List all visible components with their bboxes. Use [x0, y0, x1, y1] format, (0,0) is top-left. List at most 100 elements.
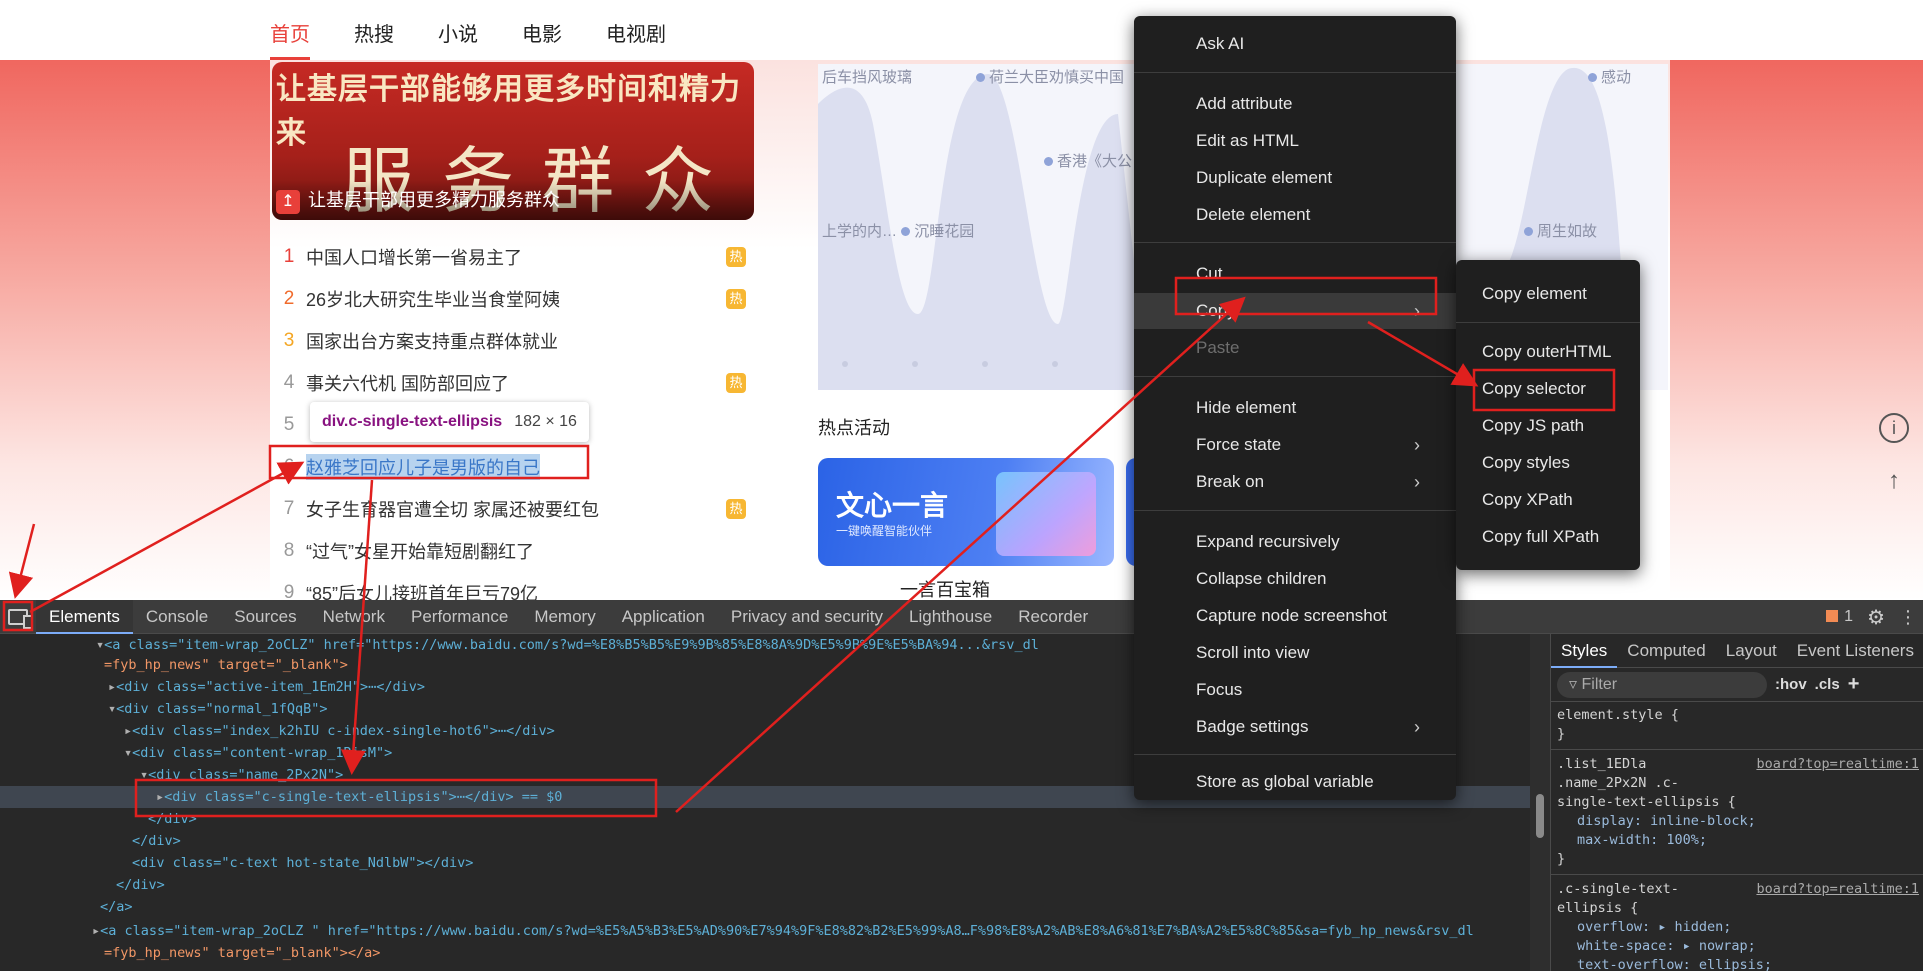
device-toolbar-icon[interactable]: [0, 600, 36, 634]
menu-item-copy[interactable]: Copy ›: [1134, 293, 1456, 329]
dom-node[interactable]: ▾<div class="content-wrap_1RisM">: [124, 742, 392, 764]
menu-item-force-state[interactable]: Force state ›: [1134, 427, 1456, 463]
menu-item-expand-recursively[interactable]: Expand recursively: [1134, 524, 1456, 560]
hot-title[interactable]: “85”后女儿接班首年巨亏79亿: [306, 580, 538, 600]
style-property[interactable]: text-overflow: ellipsis;: [1551, 956, 1923, 971]
menu-item-duplicate-element[interactable]: Duplicate element: [1134, 160, 1456, 196]
style-property[interactable]: white-space: ▸ nowrap;: [1551, 937, 1923, 956]
more-options-icon[interactable]: ⋮: [1899, 607, 1917, 628]
hot-title[interactable]: 国家出台方案支持重点群体就业: [306, 328, 558, 354]
nav-tab-home[interactable]: 首页: [270, 18, 310, 60]
add-rule-icon[interactable]: +: [1848, 673, 1860, 696]
menu-item-capture-node-screenshot[interactable]: Capture node screenshot: [1134, 598, 1456, 634]
submenu-copy-outerhtml[interactable]: Copy outerHTML: [1456, 334, 1640, 370]
style-source-link[interactable]: board?top=realtime:1: [1756, 755, 1919, 774]
dom-node[interactable]: ▾<div class="normal_1fQqB">: [108, 698, 327, 720]
style-property[interactable]: display: inline-block;: [1551, 812, 1923, 831]
list-item[interactable]: 8 “过气”女星开始靠短剧翻红了: [272, 530, 752, 572]
style-property[interactable]: overflow: ▸ hidden;: [1551, 918, 1923, 937]
list-item[interactable]: 3 国家出台方案支持重点群体就业: [272, 320, 752, 362]
menu-item-delete-element[interactable]: Delete element: [1134, 197, 1456, 233]
menu-item-add-attribute[interactable]: Add attribute: [1134, 86, 1456, 122]
tab-styles[interactable]: Styles: [1551, 634, 1618, 668]
menu-item-store-global-variable[interactable]: Store as global variable: [1134, 764, 1456, 800]
dom-node[interactable]: </div>: [132, 830, 181, 852]
menu-item-hide-element[interactable]: Hide element: [1134, 390, 1456, 426]
list-item[interactable]: 2 26岁北大研究生毕业当食堂阿姨 热: [272, 278, 752, 320]
dom-node[interactable]: </div>: [148, 808, 197, 830]
hov-toggle[interactable]: :hov: [1775, 676, 1807, 693]
dom-node[interactable]: ▸<div class="active-item_1Em2H">⋯</div>: [108, 676, 425, 698]
tab-memory[interactable]: Memory: [521, 600, 608, 634]
list-item[interactable]: 7 女子生育器官遭全切 家属还被要红包 热: [272, 488, 752, 530]
style-rule-line[interactable]: element.style {: [1551, 706, 1923, 725]
menu-item-ask-ai[interactable]: Ask AI: [1134, 26, 1456, 62]
menu-item-edit-as-html[interactable]: Edit as HTML: [1134, 123, 1456, 159]
menu-item-copy-label: Copy: [1196, 301, 1236, 320]
list-item[interactable]: 4 事关六代机 国防部回应了 热: [272, 362, 752, 404]
hot-title-highlighted[interactable]: 赵雅芝回应儿子是男版的自己: [306, 454, 540, 480]
back-to-top-icon[interactable]: ↑: [1879, 468, 1909, 498]
tab-recorder[interactable]: Recorder: [1005, 600, 1101, 634]
nav-tab-hot-search[interactable]: 热搜: [354, 18, 394, 60]
tab-computed[interactable]: Computed: [1617, 634, 1715, 668]
dom-node[interactable]: ▾<a class="item-wrap_2oCLZ" href="https:…: [96, 634, 1039, 656]
hot-title[interactable]: “过气”女星开始靠短剧翻红了: [306, 538, 534, 564]
issues-counter[interactable]: 1: [1826, 608, 1853, 626]
scrollbar-thumb[interactable]: [1536, 794, 1544, 838]
tab-sources[interactable]: Sources: [221, 600, 309, 634]
style-property[interactable]: max-width: 100%;: [1551, 831, 1923, 850]
gear-icon[interactable]: ⚙: [1867, 605, 1885, 630]
list-item[interactable]: 9 “85”后女儿接班首年巨亏79亿: [272, 572, 752, 600]
dom-node[interactable]: <div class="c-text hot-state_NdlbW"></di…: [132, 852, 473, 874]
cls-toggle[interactable]: .cls: [1815, 676, 1840, 693]
dom-scrollbar[interactable]: [1530, 634, 1550, 971]
tab-console[interactable]: Console: [133, 600, 221, 634]
list-item[interactable]: 1 中国人口增长第一省易主了 热: [272, 236, 752, 278]
menu-item-collapse-children[interactable]: Collapse children: [1134, 561, 1456, 597]
hot-title[interactable]: 事关六代机 国防部回应了: [306, 370, 509, 396]
submenu-copy-xpath[interactable]: Copy XPath: [1456, 482, 1640, 518]
info-icon[interactable]: i: [1879, 413, 1909, 443]
dom-node[interactable]: </div>: [116, 874, 165, 896]
style-selector-line[interactable]: .c-single-text-board?top=realtime:1: [1551, 880, 1923, 899]
dom-node[interactable]: </a>: [100, 896, 133, 918]
dom-node[interactable]: ▸<a class="item-wrap_2oCLZ " href="https…: [92, 920, 1474, 942]
style-selector-line[interactable]: .list_1EDla board?top=realtime:1: [1551, 755, 1923, 774]
hero-banner[interactable]: 让基层干部能够用更多时间和精力来 服务群众 ↥ 让基层干部用更多精力服务群众: [272, 62, 754, 220]
filter-input[interactable]: ▿ Filter: [1557, 671, 1767, 698]
tab-network[interactable]: Network: [310, 600, 398, 634]
submenu-copy-element[interactable]: Copy element: [1456, 276, 1640, 312]
hot-title[interactable]: 26岁北大研究生毕业当食堂阿姨: [306, 286, 560, 312]
menu-item-scroll-into-view[interactable]: Scroll into view: [1134, 635, 1456, 671]
dom-node[interactable]: =fyb_hp_news" target="_blank">: [104, 654, 348, 676]
tab-application[interactable]: Application: [609, 600, 718, 634]
tab-elements[interactable]: Elements: [36, 599, 133, 634]
tab-layout[interactable]: Layout: [1716, 634, 1787, 668]
submenu-copy-styles[interactable]: Copy styles: [1456, 445, 1640, 481]
menu-item-focus[interactable]: Focus: [1134, 672, 1456, 708]
activity-card[interactable]: 文心一言 一键唤醒智能伙伴: [818, 458, 1114, 566]
menu-item-break-on[interactable]: Break on ›: [1134, 464, 1456, 500]
tab-privacy-security[interactable]: Privacy and security: [718, 600, 896, 634]
hot-title[interactable]: 中国人口增长第一省易主了: [306, 244, 522, 270]
tab-event-listeners[interactable]: Event Listeners: [1787, 634, 1923, 668]
hot-badge: 热: [726, 373, 746, 393]
dom-node[interactable]: =fyb_hp_news" target="_blank"></a>: [104, 942, 380, 964]
tab-performance[interactable]: Performance: [398, 600, 521, 634]
chart-label: 沉睡花园: [914, 223, 975, 240]
dom-node[interactable]: ▸<div class="index_k2hIU c-index-single-…: [124, 720, 555, 742]
nav-tab-movie[interactable]: 电影: [522, 18, 562, 60]
submenu-copy-full-xpath[interactable]: Copy full XPath: [1456, 519, 1640, 555]
nav-tab-novel[interactable]: 小说: [438, 18, 478, 60]
menu-item-badge-settings[interactable]: Badge settings ›: [1134, 709, 1456, 745]
hot-title[interactable]: 女子生育器官遭全切 家属还被要红包: [306, 496, 599, 522]
style-source-link[interactable]: board?top=realtime:1: [1756, 880, 1919, 899]
nav-tab-tv[interactable]: 电视剧: [606, 18, 666, 60]
submenu-copy-selector[interactable]: Copy selector: [1456, 371, 1640, 407]
dom-node[interactable]: ▾<div class="name_2Px2N">: [140, 764, 343, 786]
tab-lighthouse[interactable]: Lighthouse: [896, 600, 1005, 634]
submenu-copy-js-path[interactable]: Copy JS path: [1456, 408, 1640, 444]
menu-item-cut[interactable]: Cut: [1134, 256, 1456, 292]
list-item[interactable]: 6 赵雅芝回应儿子是男版的自己: [272, 446, 752, 488]
